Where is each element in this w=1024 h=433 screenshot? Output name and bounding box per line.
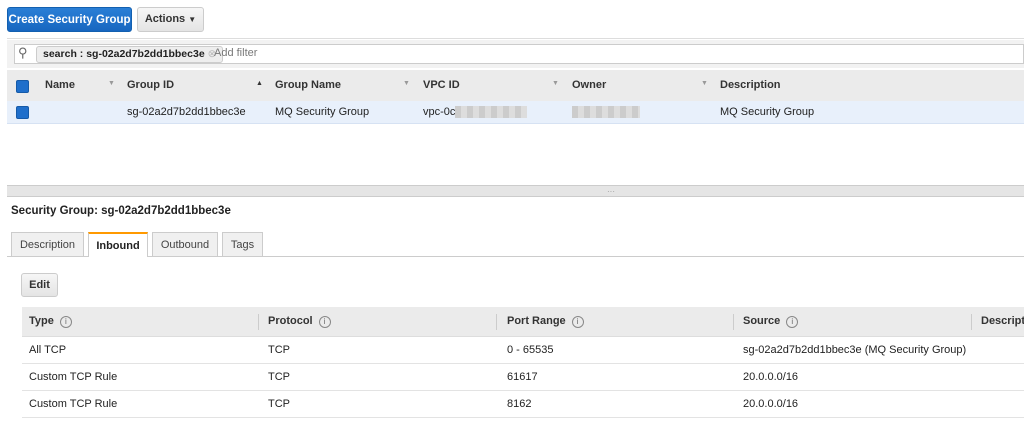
col-vpc-id[interactable]: VPC ID: [423, 70, 460, 101]
col-owner[interactable]: Owner: [572, 70, 606, 101]
info-icon[interactable]: i: [571, 316, 584, 328]
rule-source: 20.0.0.0/16: [743, 398, 799, 410]
edit-button[interactable]: Edit: [21, 273, 58, 297]
redacted-vpc: [455, 106, 527, 118]
tab-outbound[interactable]: Outbound: [152, 232, 218, 256]
row-checkbox[interactable]: [16, 106, 29, 119]
col-rule-description: Descripti: [981, 315, 1024, 327]
col-name[interactable]: Name: [45, 70, 75, 101]
select-all-checkbox[interactable]: [16, 80, 29, 93]
rule-type: Custom TCP Rule: [29, 371, 118, 383]
tabs-divider: [7, 256, 1024, 257]
details-title: Security Group: sg-02a2d7b2dd1bbec3e: [11, 205, 231, 217]
tab-description[interactable]: Description: [11, 232, 84, 256]
sort-icon[interactable]: ▼: [552, 80, 559, 87]
tab-inbound[interactable]: Inbound: [88, 232, 148, 257]
cell-group-id: sg-02a2d7b2dd1bbec3e: [127, 106, 246, 118]
redacted-owner: [572, 106, 640, 118]
rule-source: sg-02a2d7b2dd1bbec3e (MQ Security Group): [743, 344, 967, 356]
cell-description: MQ Security Group: [720, 106, 815, 118]
search-icon: ⚲: [18, 45, 28, 60]
col-group-name[interactable]: Group Name: [275, 70, 341, 101]
rule-type: Custom TCP Rule: [29, 398, 118, 410]
divider: [258, 314, 259, 330]
actions-button[interactable]: Actions ▼: [137, 7, 204, 32]
rule-port: 61617: [507, 371, 538, 383]
col-description[interactable]: Description: [720, 70, 781, 101]
rule-port: 8162: [507, 398, 532, 410]
sort-icon[interactable]: ▼: [403, 80, 410, 87]
info-icon[interactable]: i: [318, 316, 331, 328]
cell-group-name: MQ Security Group: [275, 106, 370, 118]
col-protocol: Protocol i: [268, 307, 331, 336]
divider: [733, 314, 734, 330]
divider: [496, 314, 497, 330]
filter-token-label: search : sg-02a2d7b2dd1bbec3e: [43, 48, 205, 60]
panel-resize-handle[interactable]: ···: [7, 185, 1024, 197]
divider: [971, 314, 972, 330]
add-filter-placeholder: Add filter: [214, 47, 258, 59]
rule-port: 0 - 65535: [507, 344, 554, 356]
divider: [7, 38, 1024, 39]
info-icon[interactable]: i: [59, 316, 72, 328]
filter-token[interactable]: search : sg-02a2d7b2dd1bbec3e ⊗: [36, 46, 224, 63]
tab-tags[interactable]: Tags: [222, 232, 263, 256]
rule-type: All TCP: [29, 344, 67, 356]
actions-label: Actions: [144, 13, 186, 25]
sort-icon[interactable]: ▼: [108, 80, 115, 87]
col-port-range: Port Range i: [507, 307, 584, 336]
col-type: Type i: [29, 307, 72, 336]
rule-protocol: TCP: [268, 398, 290, 410]
col-group-id[interactable]: Group ID: [127, 70, 174, 101]
chevron-down-icon: ▼: [188, 15, 197, 24]
info-icon[interactable]: i: [786, 316, 799, 328]
rule-protocol: TCP: [268, 371, 290, 383]
rule-source: 20.0.0.0/16: [743, 371, 799, 383]
sort-icon[interactable]: ▼: [701, 80, 708, 87]
col-source: Source i: [743, 307, 799, 336]
rule-protocol: TCP: [268, 344, 290, 356]
create-security-group-button[interactable]: Create Security Group: [7, 7, 132, 32]
sort-asc-icon[interactable]: ▲: [256, 80, 263, 87]
